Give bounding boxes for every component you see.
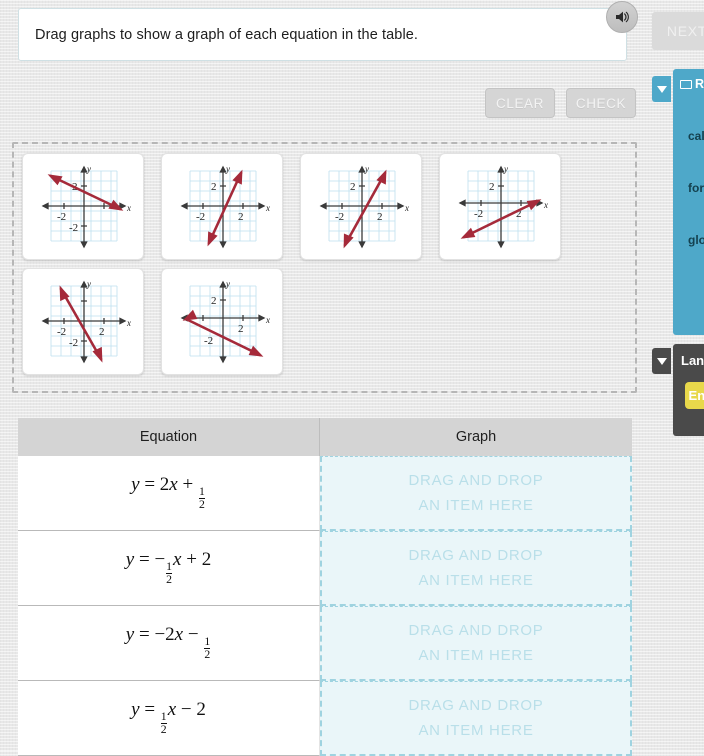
- fraction: 1 2: [198, 484, 205, 512]
- instruction-banner: Drag graphs to show a graph of each equa…: [18, 8, 627, 61]
- graph-dropzone[interactable]: DRAG AND DROP AN ITEM HERE: [320, 456, 632, 531]
- axis-label-x: x: [126, 318, 131, 328]
- action-button-group: CLEAR CHECK: [485, 88, 636, 118]
- resources-panel-title: Resources: [680, 77, 704, 91]
- column-header-graph: Graph: [320, 418, 632, 456]
- instruction-box: Drag graphs to show a graph of each equa…: [18, 8, 627, 61]
- graph-card-1[interactable]: x y 2 -2 -2: [22, 153, 144, 260]
- svg-text:-2: -2: [196, 211, 205, 223]
- svg-text:2: 2: [238, 211, 244, 223]
- svg-text:2: 2: [350, 181, 356, 193]
- language-panel-title: Language: [681, 353, 704, 368]
- next-button[interactable]: NEXT: [652, 12, 704, 50]
- axis-label-x: x: [265, 203, 270, 213]
- equation-expression: y = −2x − 1 2: [125, 624, 211, 662]
- graph-bank-row-2: x y -2 2 -2 x y 2 2 -2: [22, 268, 627, 375]
- graph-card-4[interactable]: x y 2 -2 2: [439, 153, 561, 260]
- fraction: 1 2: [204, 634, 211, 662]
- axis-label-y: y: [364, 164, 369, 174]
- graph-thumbnail: x y 2 -2 -2: [41, 164, 131, 249]
- chevron-down-icon: [656, 85, 667, 93]
- speaker-icon: [616, 11, 629, 23]
- fraction: 1 2: [166, 559, 173, 587]
- svg-text:-2: -2: [57, 326, 66, 338]
- dropzone-line-1: DRAG AND DROP: [408, 621, 544, 639]
- dropzone-line-1: DRAG AND DROP: [408, 546, 544, 564]
- check-button[interactable]: CHECK: [566, 88, 636, 118]
- graph-thumbnail: x y -2 2 -2: [41, 279, 131, 364]
- language-collapse-toggle[interactable]: [652, 348, 671, 374]
- graph-dropzone[interactable]: DRAG AND DROP AN ITEM HERE: [320, 681, 632, 756]
- right-rail: NEXT Resources calculator formula sheet …: [640, 0, 704, 751]
- axis-label-x: x: [126, 203, 131, 213]
- graph-thumbnail: x y 2 -2 2: [180, 164, 270, 249]
- equation-graph-table: Equation Graph y = 2x + 1 2 DRAG AND DRO…: [18, 418, 632, 756]
- table-header-row: Equation Graph: [18, 418, 632, 456]
- axis-label-y: y: [86, 164, 91, 174]
- graph-dropzone[interactable]: DRAG AND DROP AN ITEM HERE: [320, 531, 632, 606]
- svg-text:2: 2: [377, 211, 383, 223]
- dropzone-line-2: AN ITEM HERE: [418, 647, 534, 664]
- svg-text:-2: -2: [69, 222, 78, 234]
- svg-text:-2: -2: [474, 208, 483, 220]
- graph-card-6[interactable]: x y 2 2 -2: [161, 268, 283, 375]
- dropzone-line-2: AN ITEM HERE: [418, 722, 534, 739]
- language-panel: Language English: [673, 344, 704, 436]
- table-row: y = 1 2 x − 2 DRAG AND DROP AN ITEM HERE: [18, 681, 632, 756]
- graph-dropzone[interactable]: DRAG AND DROP AN ITEM HERE: [320, 606, 632, 681]
- graph-card-3[interactable]: x y 2 -2 2: [300, 153, 422, 260]
- axis-label-x: x: [265, 315, 270, 325]
- equation-expression: y = − 1 2 x + 2: [125, 549, 212, 587]
- axis-label-y: y: [86, 279, 91, 289]
- graph-card-2[interactable]: x y 2 -2 2: [161, 153, 283, 260]
- resources-collapse-toggle[interactable]: [652, 76, 671, 102]
- svg-text:-2: -2: [204, 335, 213, 347]
- chevron-down-icon: [656, 357, 667, 365]
- equation-cell: y = − 1 2 x + 2: [18, 531, 320, 606]
- graph-card-5[interactable]: x y -2 2 -2: [22, 268, 144, 375]
- audio-play-button[interactable]: [606, 1, 638, 33]
- graph-thumbnail: x y 2 -2 2: [458, 164, 548, 249]
- svg-text:2: 2: [489, 181, 495, 193]
- axis-label-x: x: [543, 200, 548, 210]
- resource-item-calculator[interactable]: calculator: [680, 129, 704, 143]
- axis-label-x: x: [404, 203, 409, 213]
- table-row: y = −2x − 1 2 DRAG AND DROP AN ITEM HERE: [18, 606, 632, 681]
- graph-thumbnail: x y 2 2 -2: [180, 279, 270, 364]
- equation-cell: y = −2x − 1 2: [18, 606, 320, 681]
- svg-text:2: 2: [238, 323, 244, 335]
- resource-item-glossary[interactable]: glossary: [680, 233, 704, 247]
- resources-panel: Resources calculator formula sheet gloss…: [673, 69, 704, 335]
- svg-text:-2: -2: [335, 211, 344, 223]
- dropzone-line-2: AN ITEM HERE: [418, 497, 534, 514]
- axis-label-y: y: [225, 279, 230, 289]
- dropzone-line-2: AN ITEM HERE: [418, 572, 534, 589]
- clear-button[interactable]: CLEAR: [485, 88, 555, 118]
- resources-icon: [680, 79, 692, 89]
- equation-cell: y = 2x + 1 2: [18, 456, 320, 531]
- column-header-equation: Equation: [18, 418, 320, 456]
- axis-label-y: y: [503, 164, 508, 174]
- equation-cell: y = 1 2 x − 2: [18, 681, 320, 756]
- fraction: 1 2: [160, 709, 167, 737]
- graph-bank-dropzone[interactable]: x y 2 -2 -2: [12, 142, 637, 393]
- table-row: y = 2x + 1 2 DRAG AND DROP AN ITEM HERE: [18, 456, 632, 531]
- dropzone-line-1: DRAG AND DROP: [408, 696, 544, 714]
- svg-text:2: 2: [99, 326, 105, 338]
- equation-expression: y = 2x + 1 2: [131, 474, 205, 512]
- table-row: y = − 1 2 x + 2 DRAG AND DROP AN ITEM HE…: [18, 531, 632, 606]
- instruction-text: Drag graphs to show a graph of each equa…: [35, 26, 419, 43]
- resource-item-formula-sheet[interactable]: formula sheet: [680, 181, 704, 195]
- svg-text:-2: -2: [57, 211, 66, 223]
- dropzone-line-1: DRAG AND DROP: [408, 471, 544, 489]
- graph-thumbnail: x y 2 -2 2: [319, 164, 409, 249]
- language-english-button[interactable]: English: [685, 382, 704, 409]
- graph-bank-row-1: x y 2 -2 -2: [22, 153, 627, 260]
- svg-text:2: 2: [211, 295, 217, 307]
- svg-text:2: 2: [211, 181, 217, 193]
- equation-expression: y = 1 2 x − 2: [131, 699, 206, 737]
- svg-text:-2: -2: [69, 337, 78, 349]
- axis-label-y: y: [225, 164, 230, 174]
